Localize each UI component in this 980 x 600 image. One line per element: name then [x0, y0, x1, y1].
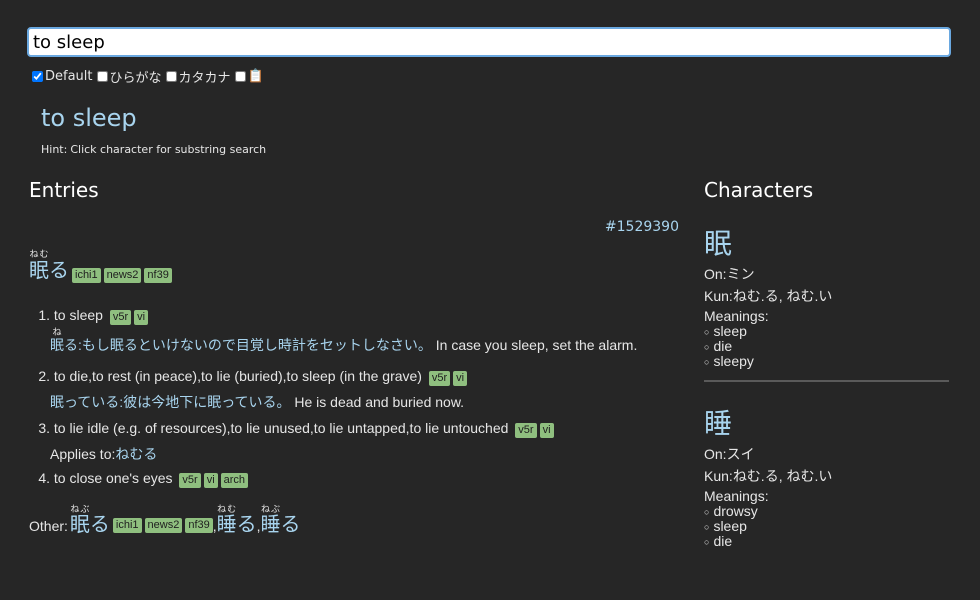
applies-label: Applies to:	[50, 446, 116, 462]
tag-vi: vi	[539, 423, 554, 438]
sense-1: 1. to sleep v5r vi 眠ねる:もし眠るといけないので目覚し時計をセ…	[28, 307, 637, 357]
sense-2: 2. to die,to rest (in peace),to lie (bur…	[28, 368, 637, 420]
katakana-checkbox[interactable]	[165, 71, 177, 82]
character-glyph[interactable]: 睡	[704, 402, 832, 442]
hint-label: Hint:	[41, 143, 68, 156]
entry-headword: 眠ねむる ichi1 news2 nf39	[29, 250, 172, 283]
tag-v5r: v5r	[109, 310, 132, 325]
sense-applies-to: Applies to:ねむる	[28, 444, 637, 464]
character-on: On:ミン	[704, 266, 755, 282]
example-japanese[interactable]: 眠ねる:もし眠るといけないので目覚し時計をセットしなさい。	[50, 327, 432, 353]
sense-example: 眠っている:彼は今地下に眠っている。 He is dead and buried…	[28, 392, 637, 412]
senses-list: 1. to sleep v5r vi 眠ねる:もし眠るといけないので目覚し時計をセ…	[28, 307, 637, 488]
filter-clipboard[interactable]: 📋	[234, 69, 264, 84]
tag-nf39: nf39	[144, 268, 172, 283]
sense-example: 眠ねる:もし眠るといけないので目覚し時計をセットしなさい。 In case yo…	[28, 327, 637, 355]
tag-ichi1: ichi1	[72, 268, 101, 283]
sense-4: 4. to close one's eyes v5r vi arch	[28, 470, 637, 488]
sense-gloss: to close one's eyes	[53, 470, 173, 486]
clipboard-icon: 📋	[247, 69, 264, 84]
meaning-item: drowsy	[704, 504, 832, 519]
meaning-item: die	[704, 534, 832, 549]
sense-gloss: to die,to rest (in peace),to lie (buried…	[53, 368, 422, 384]
tag-ichi1: ichi1	[112, 518, 142, 533]
other-form-1[interactable]: 眠ねぶる	[70, 504, 110, 537]
meaning-item: sleep	[704, 519, 832, 534]
headword-text[interactable]: 眠ねむる	[29, 250, 69, 283]
default-checkbox[interactable]	[32, 71, 43, 82]
sense-gloss: to sleep	[53, 307, 103, 323]
tag-v5r: v5r	[515, 423, 537, 438]
applies-value[interactable]: ねむる	[115, 446, 157, 462]
katakana-label: カタカナ	[178, 71, 231, 86]
filter-default[interactable]: Default	[32, 69, 93, 84]
tag-news2: news2	[103, 268, 142, 283]
character-divider	[704, 380, 949, 382]
tag-arch: arch	[220, 473, 249, 488]
search-input[interactable]	[27, 27, 951, 57]
sense-number: 2.	[38, 368, 50, 384]
meaning-item: sleep	[704, 324, 832, 339]
entry-id-link[interactable]: #1529390	[605, 219, 679, 235]
tag-v5r: v5r	[428, 371, 451, 386]
search-bar	[27, 27, 951, 57]
other-form-2[interactable]: 睡ねむる	[217, 504, 257, 537]
clipboard-checkbox[interactable]	[234, 71, 246, 82]
meaning-item: die	[704, 339, 832, 354]
headword-reading: ねむ	[29, 250, 49, 260]
tag-vi: vi	[453, 371, 468, 386]
default-label: Default	[45, 69, 93, 84]
sense-number: 1.	[38, 307, 50, 323]
filter-katakana[interactable]: カタカナ	[165, 67, 231, 86]
character-kun: Kun:ねむ.る, ねむ.い	[704, 468, 833, 484]
hint-text: Click character for substring search	[70, 143, 267, 156]
character-glyph[interactable]: 眠	[704, 222, 832, 262]
hiragana-label: ひらがな	[109, 71, 162, 86]
tag-vi: vi	[203, 473, 218, 488]
sense-number: 4.	[38, 470, 50, 486]
filter-options: Default ひらがな カタカナ 📋	[32, 67, 268, 86]
tag-vi: vi	[134, 310, 149, 325]
character-meanings: sleep die sleepy	[704, 324, 832, 369]
example-japanese[interactable]: 眠っている:彼は今地下に眠っている。	[50, 394, 291, 410]
filter-hiragana[interactable]: ひらがな	[96, 67, 162, 86]
other-forms: Other: 眠ねぶる ichi1 news2 nf39 , 睡ねむる , 睡ね…	[29, 504, 301, 537]
sense-gloss: to lie idle (e.g. of resources),to lie u…	[53, 420, 509, 436]
character-card-1: 眠 On:ミン Kun:ねむ.る, ねむ.い Meanings: sleep d…	[704, 222, 832, 369]
entries-heading: Entries	[29, 178, 99, 202]
characters-heading: Characters	[704, 178, 814, 202]
example-english: In case you sleep, set the alarm.	[431, 337, 638, 353]
query-title: to sleep	[41, 104, 137, 132]
character-meanings-label: Meanings:	[704, 488, 769, 504]
character-meanings-label: Meanings:	[704, 308, 769, 324]
example-english: He is dead and buried now.	[290, 394, 465, 410]
meaning-item: sleepy	[704, 354, 832, 369]
hiragana-checkbox[interactable]	[96, 71, 108, 82]
character-kun: Kun:ねむ.る, ねむ.い	[704, 288, 833, 304]
character-meanings: drowsy sleep die	[704, 504, 832, 549]
tag-v5r: v5r	[179, 473, 201, 488]
tag-nf39: nf39	[185, 518, 213, 533]
character-card-2: 睡 On:スイ Kun:ねむ.る, ねむ.い Meanings: drowsy …	[704, 402, 832, 549]
other-label: Other:	[29, 518, 68, 534]
hint: Hint: Click character for substring searc…	[41, 143, 266, 156]
tag-news2: news2	[144, 518, 183, 533]
sense-3: 3. to lie idle (e.g. of resources),to li…	[28, 420, 637, 470]
sense-number: 3.	[38, 420, 50, 436]
character-on: On:スイ	[704, 446, 755, 462]
other-form-3[interactable]: 睡ねぶる	[261, 504, 301, 537]
